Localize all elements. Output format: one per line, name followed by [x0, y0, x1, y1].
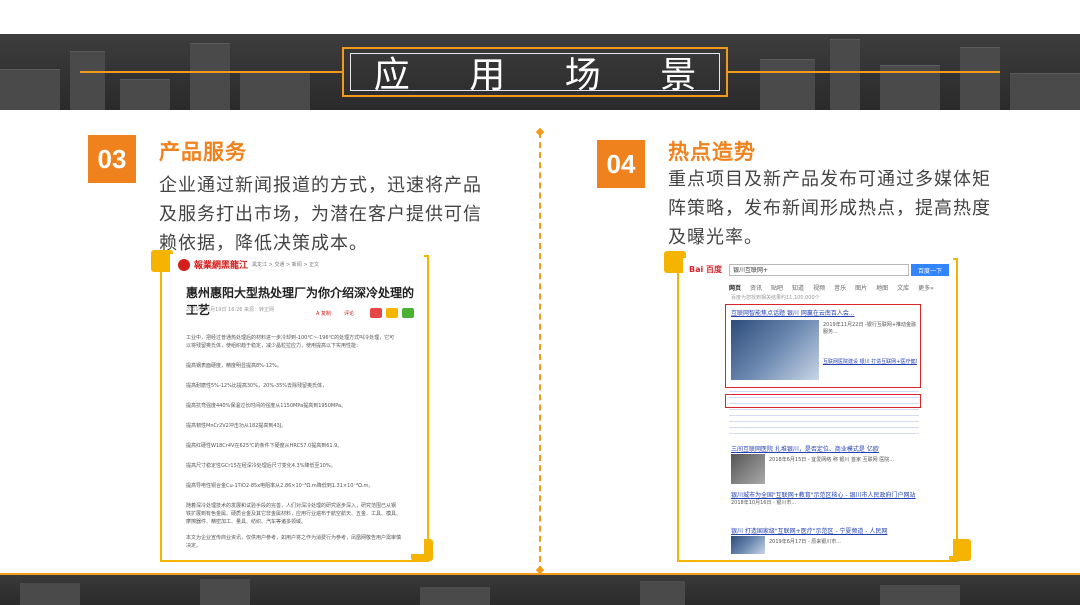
search-input[interactable]: 银川互联网+: [729, 264, 909, 276]
tab-more[interactable]: 更多»: [918, 283, 934, 292]
article-text: 以将残留奥氏体，使组织趋于稳定，减少晶粒拉应力，使用提高以下实用性能：: [186, 343, 362, 349]
section-title: 热点造势: [668, 140, 756, 164]
article-text: 提高红硬性W18Cr4V在625℃的条件下硬度从HRC57.0提高到61.9。: [186, 443, 343, 449]
site-header: 報業網黑龍江 黑龙江 > 交通 > 新闻 > 正文: [178, 258, 319, 271]
result-desc: 2019年11月22日 -银行互联网+推动金融服务...: [823, 322, 917, 335]
result-thumbnail: [731, 320, 819, 380]
article-text: 提高抗弯强度440%保温过长时间的强度从1150MPa提高到1950MPa。: [186, 403, 347, 409]
tab-images[interactable]: 图片: [855, 283, 867, 292]
tab-news[interactable]: 资讯: [750, 283, 762, 292]
title-box: 应 用 场 景: [342, 47, 728, 97]
search-button[interactable]: 百度一下: [911, 264, 949, 276]
search-result[interactable]: 三间互联网医院 扎堆银川，是否定位、商业模式是 亿欧: [731, 444, 879, 453]
tab-web[interactable]: 网页: [729, 283, 741, 292]
page-title: 应 用 场 景: [373, 55, 697, 96]
article-meta: 2019年10月19日 16:26 来源：转正网: [186, 307, 275, 313]
breadcrumb[interactable]: 黑龙江 > 交通 > 新闻 > 正文: [252, 261, 319, 268]
title-rule-left: [80, 71, 342, 73]
search-result[interactable]: 银川 打造国家级"互联网+医疗"示范区 - 宁夏频道 - 人民网: [731, 526, 887, 535]
search-screenshot: Bai 百度 银川互联网+ 百度一下 网页 资讯 贴吧 知道 视频 音乐 图片 …: [683, 258, 953, 556]
article-text: 提高钢表面硬度，精度明显提高8%-12%。: [186, 363, 282, 369]
footer-banner: [0, 575, 1080, 605]
search-result[interactable]: 互联网智能焦点话题 银川 网赢在云南百人会...: [731, 308, 855, 317]
section-description: 重点项目及新产品发布可通过多媒体矩 阵策略，发布新闻形成热点，提高热度 及曝光率…: [668, 169, 991, 248]
article-text: 提高尺寸稳定性GCr15在经深冷处理后尺寸变化4.3%降低至10%。: [186, 463, 336, 469]
article-text: 提高耐磨性5%-12%比提高30%，20%-35%去除残留奥氏体，: [186, 383, 327, 389]
search-result[interactable]: 银川城市为全国"互联网+教育"示范区核心 - 银川市人民政府门户网站 2018年…: [731, 490, 916, 506]
tab-map[interactable]: 地图: [876, 283, 888, 292]
section-title: 产品服务: [159, 140, 247, 164]
article-text: 提高韧性MnCr2V2冲击功从182提高到43J。: [186, 423, 287, 429]
site-name: 報業網黑龍江: [194, 261, 249, 271]
wechat-share-icon[interactable]: [402, 308, 414, 318]
result-count: 百度为您找到相关结果约11,100,000个: [731, 295, 820, 301]
article-text: 本文为企业宣传商业资讯，仅供用户参考，如用户将之作为消费行为参考，凤凰网敬告用户…: [186, 535, 402, 541]
title-rule-right: [728, 71, 1000, 73]
article-text: 摩擦器件、精密加工、量具、纺织、汽车等诸多领域。: [186, 519, 307, 525]
article-text: 工业中，把经过普通热处理后的材料进一步冷却到-100℃~-196℃的处理方式叫冷…: [186, 335, 395, 341]
tab-music[interactable]: 音乐: [834, 283, 846, 292]
result-thumbnail: [731, 536, 765, 554]
result-list-lines: [729, 386, 919, 436]
article-text: 随着深冷处理技术的发展和试验手段的完善，人们对深冷处理的研究逐步深入，研究范围已…: [186, 503, 397, 509]
tab-wenku[interactable]: 文库: [897, 283, 909, 292]
article-text: 决定。: [186, 543, 202, 549]
weibo-share-icon[interactable]: [370, 308, 382, 318]
article-text: 铁扩展到有色金属、硬质合金及其它非金属材料，应用行业遍布于航空航天、五金、工具、…: [186, 511, 402, 517]
divider-diamond-top: [535, 127, 545, 137]
site-logo-icon: [178, 258, 190, 271]
baidu-logo: Bai 百度: [689, 265, 723, 274]
result-thumbnail: [731, 454, 765, 484]
copy-label[interactable]: A 复制: [316, 310, 331, 317]
article-text: 提高导电性铜合金Cu-1TiO2-85x电阻率从2.86×10⁻⁸Ω.m降低到1…: [186, 483, 374, 489]
article-screenshot: 報業網黑龍江 黑龙江 > 交通 > 新闻 > 正文 惠州惠阳大型热处理厂为你介绍…: [170, 254, 424, 554]
section-number: 04: [597, 140, 645, 188]
result-desc: 2019年6月17日 - 原来银川市...: [769, 539, 842, 545]
qzone-share-icon[interactable]: [386, 308, 398, 318]
tab-tieba[interactable]: 贴吧: [771, 283, 783, 292]
search-tabs: 网页 资讯 贴吧 知道 视频 音乐 图片 地图 文库 更多»: [729, 283, 934, 292]
tab-video[interactable]: 视频: [813, 283, 825, 292]
tab-zhidao[interactable]: 知道: [792, 283, 804, 292]
result-desc: 2018年6月15日 - 宜爱网络 称 银川 首家 互联网 医院...: [769, 457, 894, 463]
search-result[interactable]: 互联网医院建设 银川 打造互联网+医疗健康示范区: [823, 358, 917, 365]
center-divider: [539, 132, 541, 572]
section-description: 企业通过新闻报道的方式，迅速将产品 及服务打出市场，为潜在客户提供可信 赖依据，…: [159, 175, 482, 254]
comment-label[interactable]: 评论: [344, 310, 354, 317]
section-number: 03: [88, 135, 136, 183]
